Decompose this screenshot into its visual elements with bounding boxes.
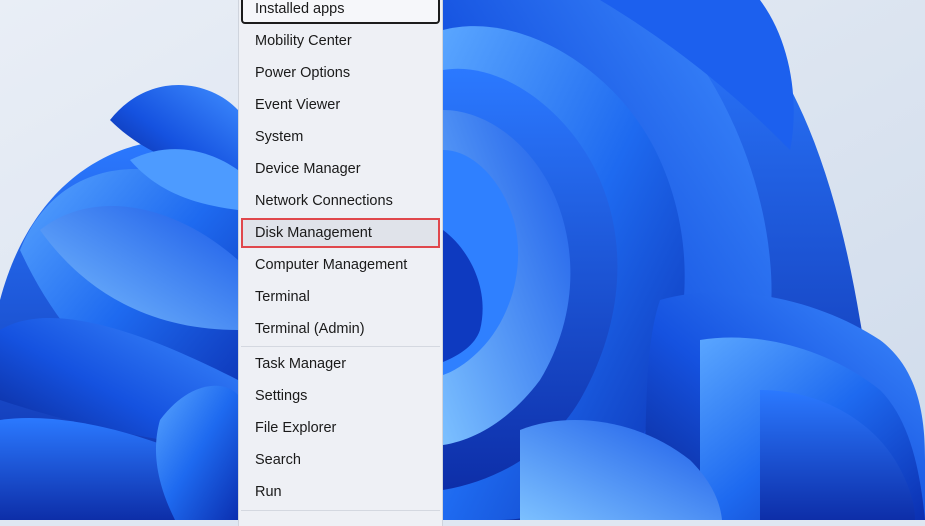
menu-item-computer-management[interactable]: Computer Management [241, 250, 440, 280]
menu-item-task-manager[interactable]: Task Manager [241, 349, 440, 379]
menu-item-network-connections[interactable]: Network Connections [241, 186, 440, 216]
menu-item-system[interactable]: System [241, 122, 440, 152]
bloom-wallpaper [0, 0, 925, 520]
menu-item-event-viewer[interactable]: Event Viewer [241, 90, 440, 120]
desktop-wallpaper [0, 0, 925, 520]
menu-item-settings[interactable]: Settings [241, 381, 440, 411]
quick-link-menu: Installed apps Mobility Center Power Opt… [238, 0, 443, 526]
menu-item-installed-apps[interactable]: Installed apps [241, 0, 440, 24]
menu-item-power-options[interactable]: Power Options [241, 58, 440, 88]
menu-item-device-manager[interactable]: Device Manager [241, 154, 440, 184]
menu-item-file-explorer[interactable]: File Explorer [241, 413, 440, 443]
menu-item-disk-management[interactable]: Disk Management [241, 218, 440, 248]
menu-separator [241, 510, 440, 511]
menu-item-search[interactable]: Search [241, 445, 440, 475]
menu-item-terminal-admin[interactable]: Terminal (Admin) [241, 314, 440, 344]
menu-item-mobility-center[interactable]: Mobility Center [241, 26, 440, 56]
menu-item-terminal[interactable]: Terminal [241, 282, 440, 312]
menu-separator [241, 346, 440, 347]
menu-item-run[interactable]: Run [241, 477, 440, 507]
